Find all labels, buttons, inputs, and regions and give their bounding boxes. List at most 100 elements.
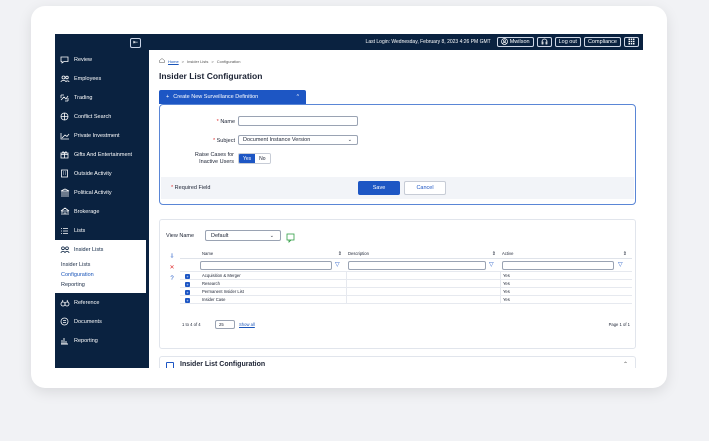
logout-button[interactable]: Log out: [554, 37, 581, 47]
document-icon: [59, 317, 70, 327]
required-field-note: * Required Field: [171, 185, 211, 191]
page-info: Page 1 of 1: [608, 322, 630, 327]
definition-form: * Name * Subject Document Instance Versi…: [159, 104, 636, 205]
view-select[interactable]: Default ⌄: [205, 230, 281, 241]
toggle-no[interactable]: No: [255, 154, 270, 163]
row-name: Permanent Insider List: [202, 289, 244, 294]
insider-list-grid-panel: View Name Default ⌄ ⇩ ✕ ? Name ⇕ Descript…: [159, 219, 636, 349]
show-all-link[interactable]: Show all: [239, 322, 255, 327]
sidebar-item-documents[interactable]: Documents: [55, 312, 147, 331]
expand-row-icon[interactable]: +: [185, 297, 190, 303]
breadcrumb-insider-lists[interactable]: Insider Lists: [187, 59, 208, 64]
sidebar-item-review[interactable]: Review: [55, 50, 147, 69]
table-row[interactable]: + Permanent Insider List Yes: [180, 288, 632, 296]
section-icon: [166, 362, 174, 368]
raise-cases-toggle[interactable]: Yes No: [238, 153, 271, 164]
name-filter-input[interactable]: [200, 261, 332, 270]
sidebar-item-reference[interactable]: Reference: [55, 293, 147, 312]
sidebar-item-gifts[interactable]: Gifts And Entertainment: [55, 145, 147, 164]
sort-icon[interactable]: ⇕: [492, 249, 496, 259]
sidebar-item-label: Review: [74, 56, 93, 63]
apps-grid-button[interactable]: [624, 37, 639, 47]
row-name: Acquisition & Merger: [202, 273, 241, 278]
sidebar-item-outside-activity[interactable]: Outside Activity: [55, 164, 147, 183]
page-size-select[interactable]: 25: [215, 320, 235, 329]
people-icon: [59, 74, 70, 84]
help-icon[interactable]: ?: [167, 274, 177, 285]
subject-select[interactable]: Document Instance Version ⌄: [238, 135, 358, 145]
sidebar-item-reporting[interactable]: Reporting: [55, 331, 147, 350]
sidebar-item-brokerage[interactable]: Brokerage: [55, 202, 147, 221]
expand-row-icon[interactable]: +: [185, 289, 190, 295]
sidebar-nav: Review Employees Trading Conflict Search…: [55, 50, 147, 350]
table-row[interactable]: + Acquisition & Merger Yes: [180, 272, 632, 280]
expand-row-icon[interactable]: +: [185, 273, 190, 279]
binoculars-icon: [59, 298, 70, 308]
column-header-description[interactable]: Description ⇕: [346, 249, 499, 259]
sidebar-item-label: Lists: [74, 227, 86, 234]
table-row[interactable]: + Insider Case Yes: [180, 296, 632, 304]
save-view-icon[interactable]: [286, 230, 296, 243]
sidebar-item-label: Private Investment: [74, 132, 120, 139]
filter-icon[interactable]: ▽: [618, 261, 623, 268]
sidebar-item-label: Conflict Search: [74, 113, 112, 120]
help-button[interactable]: [536, 37, 552, 47]
sidebar-item-label: Documents: [74, 318, 102, 325]
filter-icon[interactable]: ▽: [335, 261, 340, 268]
name-label: * Name: [216, 119, 235, 125]
sort-icon[interactable]: ⇕: [623, 249, 627, 259]
clear-filter-icon[interactable]: ✕: [167, 263, 177, 274]
chevron-down-icon: ⌄: [347, 137, 352, 143]
name-input[interactable]: [238, 116, 358, 126]
submenu-item-configuration[interactable]: Configuration: [55, 270, 147, 280]
breadcrumb-separator: >: [181, 58, 185, 64]
user-name: Mwilson: [509, 39, 530, 45]
chart-icon: [59, 131, 70, 141]
toggle-yes[interactable]: Yes: [239, 154, 256, 163]
export-icon[interactable]: ⇩: [167, 252, 177, 263]
user-menu-button[interactable]: Mwilson: [496, 37, 534, 47]
row-active: Yes: [500, 272, 630, 280]
active-filter-input[interactable]: [502, 261, 614, 270]
sidebar-item-lists[interactable]: Lists: [55, 221, 147, 240]
submenu-item-insider-lists[interactable]: Insider Lists: [55, 260, 147, 270]
sidebar-item-employees[interactable]: Employees: [55, 69, 147, 88]
page-title: Insider List Configuration: [159, 71, 263, 81]
column-header-active[interactable]: Active ⇕: [500, 249, 630, 259]
row-description: [346, 272, 499, 280]
table-row[interactable]: + Research Yes: [180, 280, 632, 288]
sidebar-item-insider-lists[interactable]: Insider Lists: [55, 240, 147, 259]
create-definition-tab[interactable]: + Create New Surveillance Definition ^: [159, 90, 306, 104]
plus-icon: +: [166, 94, 170, 100]
insider-list-configuration-section[interactable]: Insider List Configuration ⌃: [159, 356, 636, 368]
filter-icon[interactable]: ▽: [489, 261, 494, 268]
chevron-up-icon[interactable]: ⌃: [623, 361, 628, 368]
view-name-label: View Name: [166, 233, 195, 239]
top-bar: Last Login: Wednesday, February 8, 2023 …: [149, 34, 643, 50]
conflict-icon: [59, 112, 70, 122]
row-name: Insider Case: [202, 297, 226, 302]
save-button[interactable]: Save: [358, 181, 400, 195]
breadcrumb-separator: >: [211, 58, 214, 64]
submenu-item-reporting[interactable]: Reporting: [55, 280, 147, 290]
reporting-icon: [59, 336, 70, 346]
sidebar-item-label: Brokerage: [74, 208, 100, 215]
collapse-sidebar-icon[interactable]: ⇤: [130, 38, 141, 48]
sidebar-item-trading[interactable]: Trading: [55, 88, 147, 107]
sidebar-item-conflict-search[interactable]: Conflict Search: [55, 107, 147, 126]
breadcrumb-home-link[interactable]: Home: [168, 59, 179, 64]
view-value: Default: [211, 233, 229, 239]
sort-icon[interactable]: ⇕: [338, 249, 342, 259]
section-title: Insider List Configuration: [180, 361, 266, 368]
subject-value: Document Instance Version: [243, 137, 311, 143]
sidebar-item-private-investment[interactable]: Private Investment: [55, 126, 147, 145]
column-header-name[interactable]: Name ⇕: [200, 249, 345, 259]
expand-row-icon[interactable]: +: [185, 281, 190, 287]
compliance-button[interactable]: Compliance: [583, 37, 621, 47]
sidebar-item-political-activity[interactable]: Political Activity: [55, 183, 147, 202]
subject-label: * Subject: [212, 138, 235, 144]
description-filter-input[interactable]: [348, 261, 486, 270]
sidebar-item-label: Insider Lists: [74, 246, 104, 253]
raise-cases-label: Raise Cases for Inactive Users: [194, 152, 234, 165]
cancel-button[interactable]: Cancel: [404, 181, 446, 195]
